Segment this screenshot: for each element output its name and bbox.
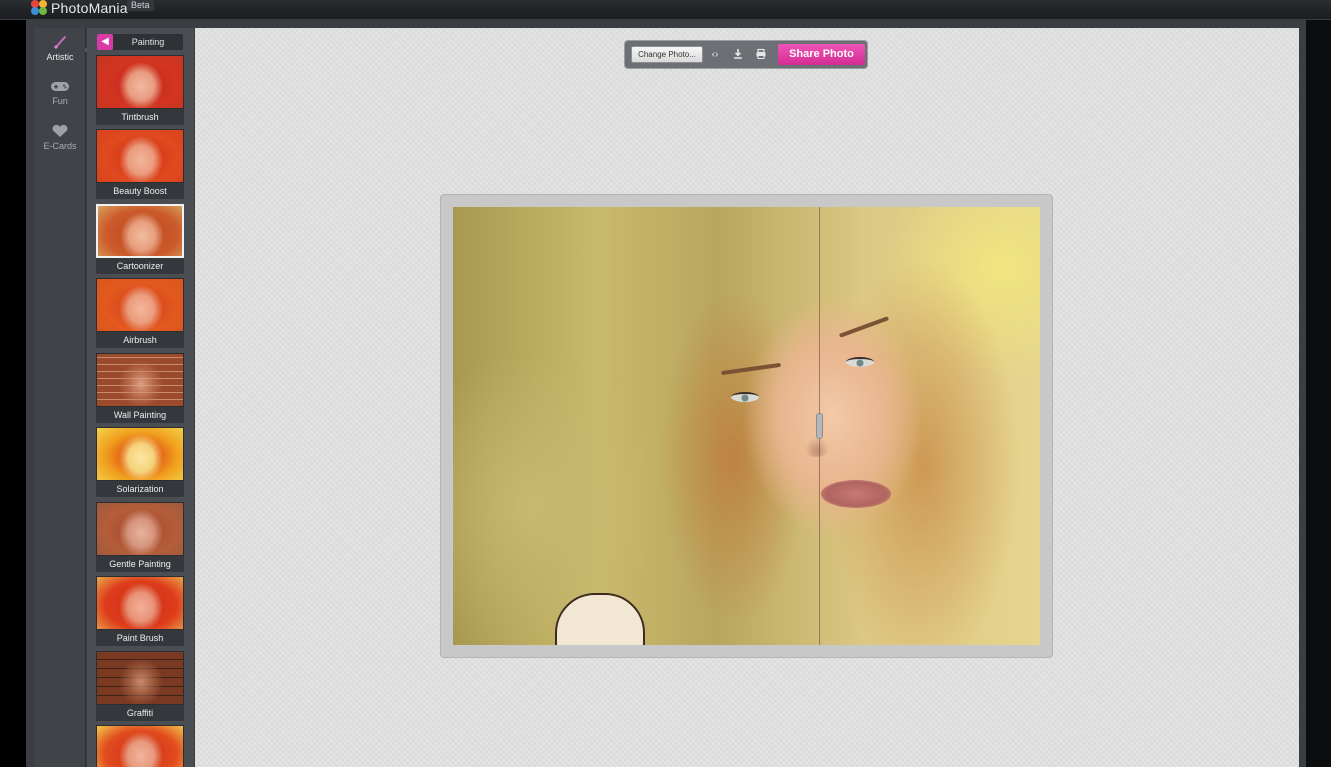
shoulder-shape [555,593,645,645]
change-photo-button[interactable]: Change Photo... [631,46,703,63]
effect-graffiti[interactable]: Graffiti [96,651,184,721]
effect-tintbrush[interactable]: Tintbrush [96,55,184,125]
lips [821,480,891,508]
app-name: PhotoMania [51,0,128,16]
category-fun[interactable]: Fun [34,78,86,106]
effect-thumbnail [96,353,184,407]
effect-label: Wall Painting [96,407,184,423]
category-rail: Artistic Fun E-Cards [34,28,86,767]
effect-label: Solarization [96,481,184,497]
category-label: E-Cards [43,141,77,151]
effect-label: Cartoonizer [96,258,184,274]
effect-thumbnail [96,278,184,332]
heart-icon [52,124,68,137]
edited-photo[interactable] [453,207,1040,645]
effect-beauty-boost[interactable]: Beauty Boost [96,129,184,199]
category-ecards[interactable]: E-Cards [34,123,86,151]
effect-thumbnail [96,502,184,556]
left-eye [731,392,759,402]
effect-airbrush[interactable]: Airbrush [96,278,184,348]
brush-icon [54,36,66,49]
compare-arrows-icon[interactable]: ‹› [705,46,725,63]
category-label: Artistic [46,52,74,62]
effects-title: Painting [131,37,165,47]
beta-badge: Beta [127,0,154,11]
category-artistic[interactable]: Artistic [34,34,86,62]
effect-paint-brush[interactable]: Paint Brush [96,576,184,646]
download-icon[interactable] [728,46,748,63]
left-eyebrow [721,362,781,376]
effect-thumbnail [96,427,184,481]
right-eye [846,357,874,367]
effect-thumbnail [96,204,184,258]
pinwheel-logo-icon [31,0,48,16]
effect-cartoonizer[interactable]: Cartoonizer [96,204,184,274]
top-bar: PhotoMania Beta [0,0,1331,20]
effects-panel: ◀ Painting Tintbrush Beauty Boost Cartoo… [87,28,194,767]
effect-label: Paint Brush [96,630,184,646]
right-margin [1306,20,1331,767]
effect-wall-painting[interactable]: Wall Painting [96,353,184,423]
effects-header: ◀ Painting [97,34,183,50]
effect-label: Graffiti [96,705,184,721]
nose-shade [805,437,829,457]
effect-thumbnail [96,651,184,705]
chevron-left-icon[interactable]: ◀ [97,34,113,50]
print-icon[interactable] [751,46,771,63]
right-eyebrow [838,316,890,338]
effect-label: Beauty Boost [96,183,184,199]
category-label: Fun [52,96,68,106]
effect-solarization[interactable]: Solarization [96,427,184,497]
divider-handle[interactable] [816,413,823,439]
effect-thumbnail [96,576,184,630]
gamepad-icon [51,82,69,91]
share-photo-button[interactable]: Share Photo [778,44,865,65]
app-logo[interactable]: PhotoMania [31,0,128,16]
effect-thumbnail [96,725,184,767]
effect-label: Tintbrush [96,109,184,125]
left-margin [0,20,26,767]
effect-label: Airbrush [96,332,184,348]
effect-more[interactable] [96,725,184,767]
photo-toolbar: Change Photo... ‹› Share Photo [625,41,867,68]
effect-gentle-painting[interactable]: Gentle Painting [96,502,184,572]
effect-thumbnail [96,55,184,109]
effect-label: Gentle Painting [96,556,184,572]
effect-thumbnail [96,129,184,183]
